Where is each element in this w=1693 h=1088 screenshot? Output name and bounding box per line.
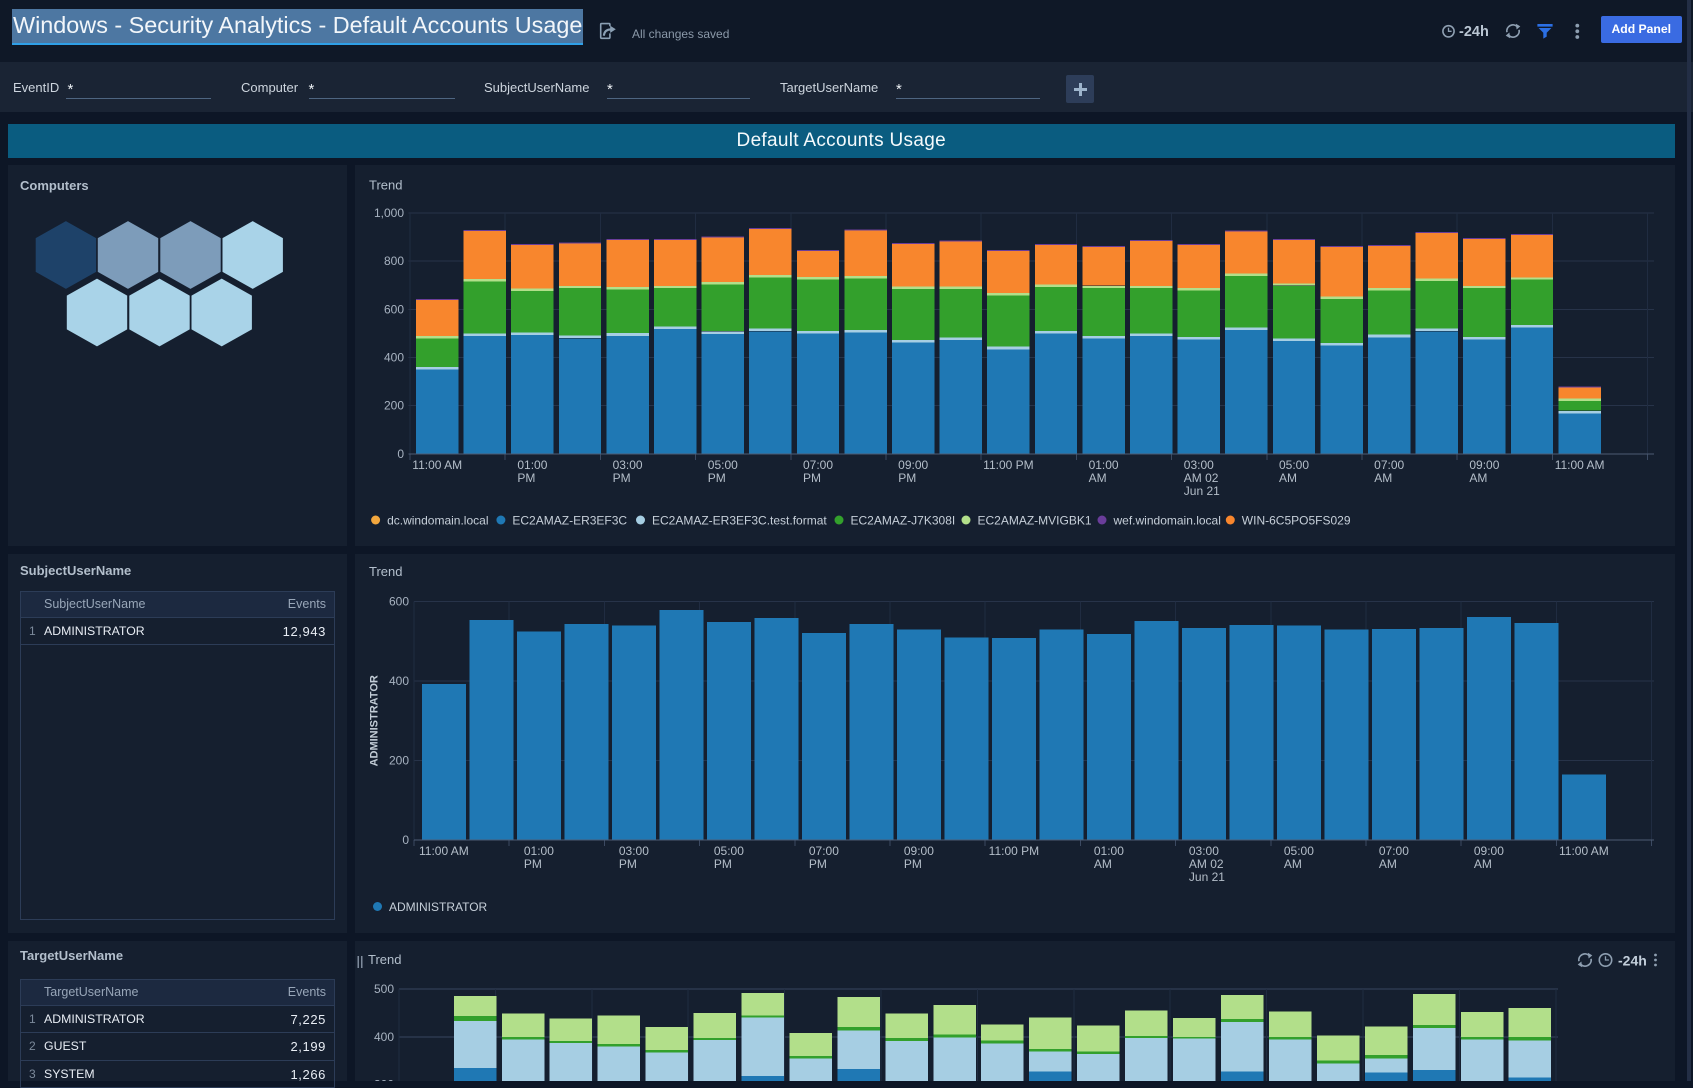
svg-text:09:00: 09:00: [904, 844, 934, 858]
svg-text:07:00: 07:00: [803, 458, 833, 472]
svg-text:AM: AM: [1094, 857, 1112, 871]
svg-text:03:00: 03:00: [1184, 458, 1214, 472]
svg-text:PM: PM: [809, 857, 827, 871]
svg-text:03:00: 03:00: [619, 844, 649, 858]
svg-text:Jun 21: Jun 21: [1184, 484, 1220, 498]
svg-text:09:00: 09:00: [1469, 458, 1499, 472]
svg-text:AM: AM: [1284, 857, 1302, 871]
svg-text:03:00: 03:00: [613, 458, 643, 472]
svg-text:07:00: 07:00: [1379, 844, 1409, 858]
svg-text:11:00 AM: 11:00 AM: [412, 458, 462, 472]
svg-text:07:00: 07:00: [809, 844, 839, 858]
svg-text:01:00: 01:00: [524, 844, 554, 858]
svg-text:EC2AMAZ-ER3EF3C.test.format: EC2AMAZ-ER3EF3C.test.format: [652, 514, 827, 528]
svg-text:PM: PM: [619, 857, 637, 871]
svg-text:05:00: 05:00: [708, 458, 738, 472]
svg-text:Trend: Trend: [369, 564, 402, 579]
svg-text:01:00: 01:00: [517, 458, 547, 472]
svg-text:600: 600: [389, 595, 409, 609]
svg-text:11:00 PM: 11:00 PM: [989, 844, 1039, 858]
svg-text:500: 500: [374, 982, 394, 996]
svg-text:EC2AMAZ-ER3EF3C: EC2AMAZ-ER3EF3C: [512, 514, 627, 528]
svg-text:AM 02: AM 02: [1184, 471, 1219, 485]
svg-text:01:00: 01:00: [1089, 458, 1119, 472]
svg-text:11:00 PM: 11:00 PM: [983, 458, 1033, 472]
svg-text:200: 200: [384, 399, 404, 413]
svg-text:ADMINISTRATOR: ADMINISTRATOR: [369, 675, 381, 766]
svg-text:PM: PM: [517, 471, 535, 485]
svg-text:800: 800: [384, 254, 404, 268]
svg-text:09:00: 09:00: [1474, 844, 1504, 858]
svg-text:PM: PM: [613, 471, 631, 485]
svg-text:0: 0: [397, 447, 404, 461]
svg-text:Trend: Trend: [369, 178, 402, 193]
svg-text:05:00: 05:00: [1279, 458, 1309, 472]
svg-text:AM: AM: [1379, 857, 1397, 871]
svg-text:400: 400: [389, 674, 409, 688]
svg-text:400: 400: [384, 351, 404, 365]
svg-text:EC2AMAZ-J7K308I: EC2AMAZ-J7K308I: [851, 514, 956, 528]
svg-text:600: 600: [384, 302, 404, 316]
svg-text:11:00 AM: 11:00 AM: [1555, 458, 1605, 472]
svg-text:-24h: -24h: [1618, 953, 1647, 969]
svg-text:1,000: 1,000: [374, 206, 404, 220]
svg-text:AM: AM: [1469, 471, 1487, 485]
svg-text:200: 200: [389, 754, 409, 768]
svg-text:dc.windomain.local: dc.windomain.local: [387, 514, 488, 528]
svg-text:PM: PM: [714, 857, 732, 871]
svg-text:01:00: 01:00: [1094, 844, 1124, 858]
svg-text:PM: PM: [708, 471, 726, 485]
svg-text:AM: AM: [1374, 471, 1392, 485]
svg-text:05:00: 05:00: [1284, 844, 1314, 858]
svg-text:05:00: 05:00: [714, 844, 744, 858]
svg-text:03:00: 03:00: [1189, 844, 1219, 858]
svg-text:11:00 AM: 11:00 AM: [419, 844, 469, 858]
svg-text:Trend: Trend: [368, 952, 401, 967]
svg-text:WIN-6C5PO5FS029: WIN-6C5PO5FS029: [1242, 514, 1351, 528]
svg-text:AM: AM: [1474, 857, 1492, 871]
svg-text:11:00 AM: 11:00 AM: [1559, 844, 1609, 858]
svg-text:PM: PM: [904, 857, 922, 871]
svg-text:EC2AMAZ-MVIGBK1: EC2AMAZ-MVIGBK1: [978, 514, 1092, 528]
svg-text:AM: AM: [1279, 471, 1297, 485]
svg-text:Jun 21: Jun 21: [1189, 870, 1225, 884]
svg-text:ADMINISTRATOR: ADMINISTRATOR: [389, 900, 488, 914]
svg-text:AM 02: AM 02: [1189, 857, 1224, 871]
svg-text:PM: PM: [524, 857, 542, 871]
svg-text:wef.windomain.local: wef.windomain.local: [1113, 514, 1221, 528]
svg-text:09:00: 09:00: [898, 458, 928, 472]
svg-text:400: 400: [374, 1030, 394, 1044]
svg-text:07:00: 07:00: [1374, 458, 1404, 472]
svg-text:PM: PM: [898, 471, 916, 485]
svg-text:300: 300: [374, 1078, 394, 1081]
svg-text:0: 0: [402, 833, 409, 847]
svg-text:AM: AM: [1089, 471, 1107, 485]
svg-text:PM: PM: [803, 471, 821, 485]
